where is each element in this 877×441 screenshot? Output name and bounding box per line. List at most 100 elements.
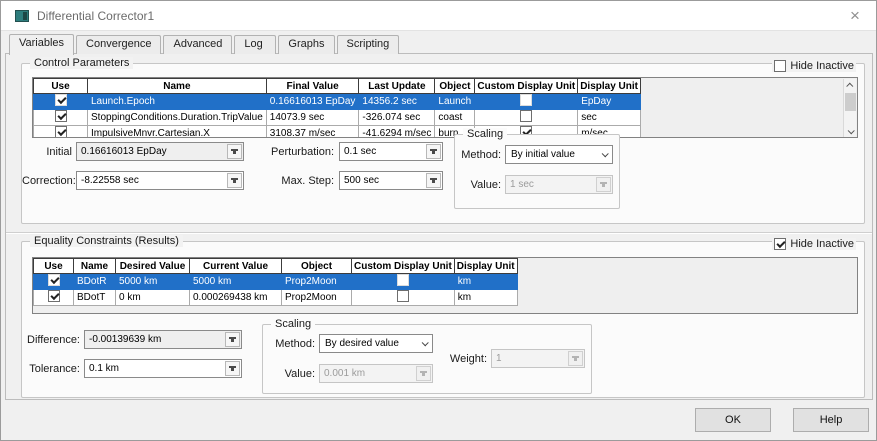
cell-name[interactable]: BDotR [74,274,116,290]
table-row[interactable]: BDotR 5000 km 5000 km Prop2Moon km [34,274,518,290]
window-title: Differential Corrector1 [37,9,154,23]
cell-final-value[interactable]: 0.16616013 EpDay [266,94,359,110]
dimension-icon [231,178,238,180]
custom-unit-checkbox[interactable] [397,290,409,302]
use-checkbox[interactable] [55,110,67,122]
cell-last-update[interactable]: -326.074 sec [359,110,435,126]
cell-last-update[interactable]: 14356.2 sec [359,94,435,110]
method-label: Method: [269,338,315,350]
col-final-value: Final Value [266,79,359,94]
cell-current-value[interactable]: 5000 km [190,274,282,290]
difference-field: -0.00139639 km [84,330,242,349]
use-checkbox[interactable] [55,94,67,106]
unit-button [596,177,611,192]
help-button[interactable]: Help [793,408,869,432]
differential-corrector-dialog: Differential Corrector1 × Variables Conv… [0,0,877,441]
hide-inactive-label: Hide Inactive [790,238,854,250]
scrollbar-thumb[interactable] [845,93,856,111]
tab-graphs[interactable]: Graphs [278,35,334,54]
dimension-icon [420,371,427,373]
scaling-label: Scaling [271,318,315,330]
use-checkbox[interactable] [48,290,60,302]
dimension-icon [600,182,607,184]
table-row[interactable]: Launch.Epoch 0.16616013 EpDay 14356.2 se… [34,94,641,110]
tab-variables[interactable]: Variables [9,34,74,55]
initial-label: Initial [32,146,72,158]
cell-display-unit[interactable]: km [454,290,517,306]
equality-constraints-group: Equality Constraints (Results) Hide Inac… [21,241,865,398]
cell-current-value[interactable]: 0.000269438 km [190,290,282,306]
unit-button [416,366,431,381]
cell-final-value[interactable]: 14073.9 sec [266,110,359,126]
col-name: Name [74,259,116,274]
cell-name[interactable]: Launch.Epoch [88,94,267,110]
cell-desired-value[interactable]: 5000 km [116,274,190,290]
unit-button[interactable] [426,173,441,188]
cell-name[interactable]: ImpulsiveMnvr.Cartesian.X [88,126,267,139]
tab-convergence[interactable]: Convergence [76,35,161,54]
weight-label: Weight: [441,353,487,365]
equality-constraints-table: Use Name Desired Value Current Value Obj… [33,258,518,306]
title-bar: Differential Corrector1 × [1,1,876,31]
use-checkbox[interactable] [48,274,60,286]
scaling-method-combo[interactable]: By desired value [319,334,433,353]
col-object: Object [435,79,475,94]
cell-display-unit[interactable]: km [454,274,517,290]
vertical-scrollbar[interactable] [843,79,856,137]
table-row[interactable]: BDotT 0 km 0.000269438 km Prop2Moon km [34,290,518,306]
col-last-update: Last Update [359,79,435,94]
scaling-value-field: 1 sec [505,175,613,194]
scaling-method-combo[interactable]: By initial value [505,145,613,164]
value-label: Value: [463,179,501,191]
col-use: Use [34,259,74,274]
cell-final-value[interactable]: 3108.37 m/sec [266,126,359,139]
cell-object[interactable]: Prop2Moon [282,274,352,290]
custom-unit-checkbox[interactable] [397,274,409,286]
unit-button[interactable] [227,173,242,188]
scroll-up-icon[interactable] [844,79,857,91]
chevron-down-icon [602,150,609,157]
tab-advanced[interactable]: Advanced [163,35,232,54]
tab-scripting[interactable]: Scripting [337,35,400,54]
ok-button[interactable]: OK [695,408,771,432]
hide-inactive-equality[interactable]: Hide Inactive [772,238,856,250]
col-object: Object [282,259,352,274]
table-row[interactable]: StoppingConditions.Duration.TripValue 14… [34,110,641,126]
col-desired-value: Desired Value [116,259,190,274]
cell-name[interactable]: BDotT [74,290,116,306]
close-icon[interactable]: × [844,5,866,27]
cell-display-unit[interactable]: EpDay [578,94,641,110]
cell-desired-value[interactable]: 0 km [116,290,190,306]
scaling-label: Scaling [463,128,507,140]
tolerance-field[interactable]: 0.1 km [84,359,242,378]
difference-label: Difference: [22,334,80,346]
cell-object[interactable]: Launch [435,94,475,110]
hide-inactive-checkbox[interactable] [774,60,786,72]
tolerance-label: Tolerance: [22,363,80,375]
unit-button[interactable] [225,332,240,347]
max-step-field[interactable]: 500 sec [339,171,443,190]
unit-button[interactable] [227,144,242,159]
cell-object[interactable]: coast [435,110,475,126]
unit-button[interactable] [225,361,240,376]
scroll-down-icon[interactable] [844,125,857,137]
perturbation-field[interactable]: 0.1 sec [339,142,443,161]
custom-unit-checkbox[interactable] [520,94,532,106]
use-checkbox[interactable] [55,126,67,138]
col-current-value: Current Value [190,259,282,274]
correction-field[interactable]: -8.22558 sec [76,171,244,190]
cell-name[interactable]: StoppingConditions.Duration.TripValue [88,110,267,126]
cell-last-update[interactable]: -41.6294 m/sec [359,126,435,139]
cell-display-unit[interactable]: sec [578,110,641,126]
section-divider [6,232,872,234]
hide-inactive-checkbox[interactable] [774,238,786,250]
scaling-group-equality: Scaling Method: By desired value Value: … [262,324,592,394]
tab-log[interactable]: Log [234,35,276,54]
hide-inactive-control[interactable]: Hide Inactive [772,60,856,72]
custom-unit-checkbox[interactable] [520,110,532,122]
method-label: Method: [457,149,501,161]
correction-label: Correction: [22,175,72,187]
col-use: Use [34,79,88,94]
cell-object[interactable]: Prop2Moon [282,290,352,306]
unit-button[interactable] [426,144,441,159]
